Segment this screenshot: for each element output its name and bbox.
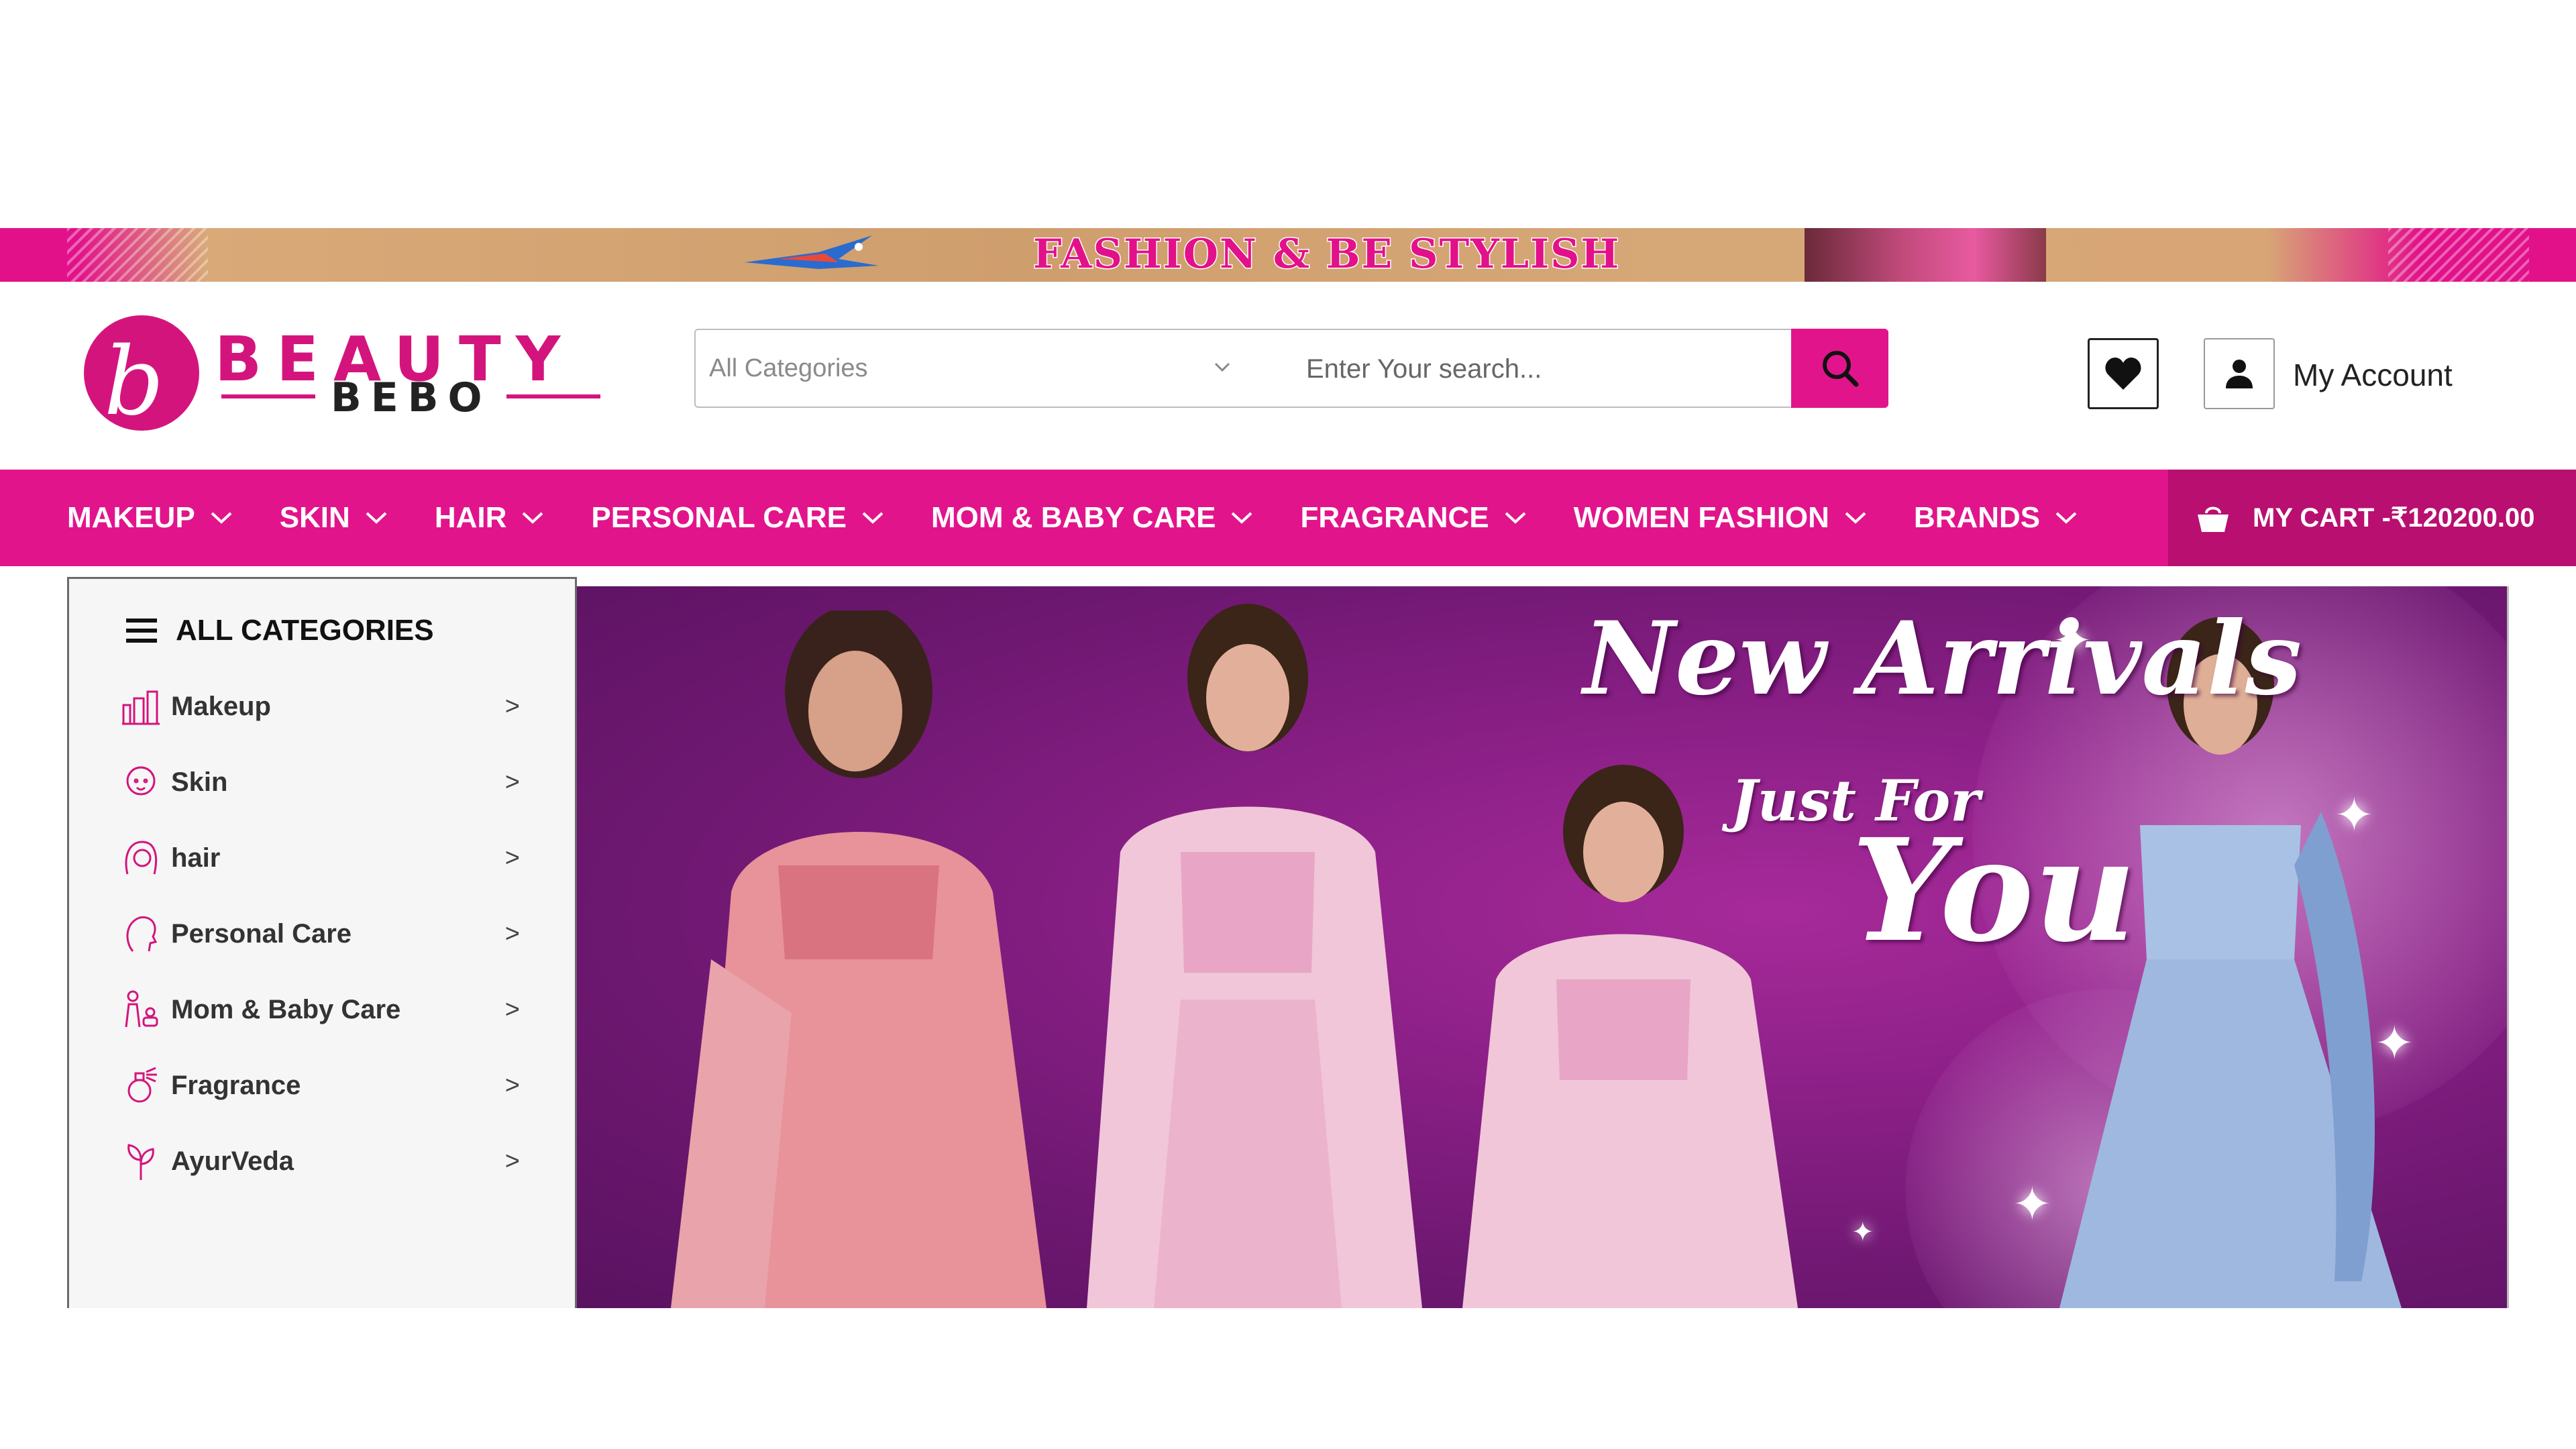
ayurveda-icon xyxy=(117,1138,164,1185)
nav-item-label: PERSONAL CARE xyxy=(591,501,847,534)
search-input[interactable] xyxy=(1306,343,1809,394)
sparkle-icon: ✦ xyxy=(2053,614,2092,667)
nav-item-mom-baby-care[interactable]: MOM & BABY CARE xyxy=(931,501,1254,535)
hero-title: New Arrivals xyxy=(1583,600,2302,718)
skin-icon xyxy=(117,759,164,806)
nav-item-label: FRAGRANCE xyxy=(1300,501,1489,534)
promo-models-image xyxy=(1805,228,2046,282)
promo-stripes-right xyxy=(2388,228,2529,282)
sidebar-item-label: AyurVeda xyxy=(171,1146,294,1176)
logo-brand-bottom: BEBO xyxy=(331,374,492,421)
promo-stripes-left xyxy=(67,228,208,282)
all-categories-title: ALL CATEGORIES xyxy=(176,614,434,647)
nav-item-label: SKIN xyxy=(279,501,350,534)
nav-item-label: HAIR xyxy=(434,501,507,534)
nav-item-women-fashion[interactable]: WOMEN FASHION xyxy=(1574,501,1867,535)
sidebar-item-label: Mom & Baby Care xyxy=(171,994,401,1024)
personal-care-icon xyxy=(117,910,164,957)
search-icon xyxy=(1822,351,1858,387)
cart-total: MY CART -₹120200.00 xyxy=(2253,503,2535,533)
sidebar-item-makeup[interactable]: Makeup > xyxy=(117,673,520,740)
promo-headline: FASHION & BE STYLISH xyxy=(1032,230,1621,279)
sidebar-item-skin[interactable]: Skin > xyxy=(117,749,520,816)
site-logo[interactable]: b BEAUTY BEBO xyxy=(84,309,607,443)
nav-item-label: WOMEN FASHION xyxy=(1573,501,1829,534)
sparkle-icon: ✦ xyxy=(2334,789,2374,841)
my-account-link[interactable]: My Account xyxy=(2293,357,2453,393)
main-nav: MAKEUP SKIN HAIR PERSONAL CARE MOM & BAB… xyxy=(0,470,2576,566)
basket-icon xyxy=(2198,506,2229,532)
nav-item-personal-care[interactable]: PERSONAL CARE xyxy=(591,501,884,535)
chevron-right-icon: > xyxy=(504,692,520,720)
search-bar: All Categories xyxy=(694,329,1888,408)
category-sidebar: ALL CATEGORIES Makeup > Skin > hair > Pe… xyxy=(67,577,577,1308)
sidebar-item-label: hair xyxy=(171,843,221,873)
sidebar-item-personal-care[interactable]: Personal Care > xyxy=(117,900,520,967)
chevron-down-icon xyxy=(862,512,883,524)
sparkle-icon: ✦ xyxy=(2012,1178,2052,1230)
sparkle-icon: ✦ xyxy=(2375,1017,2414,1069)
nav-item-makeup[interactable]: MAKEUP xyxy=(67,501,233,535)
logo-rule-left xyxy=(221,394,315,398)
hero-subtitle-large: You xyxy=(1851,808,2137,973)
chevron-down-icon xyxy=(1505,512,1525,524)
nav-item-label: BRANDS xyxy=(1913,501,2041,534)
chevron-right-icon: > xyxy=(504,1146,520,1175)
account-button[interactable] xyxy=(2204,338,2275,409)
nav-item-hair[interactable]: HAIR xyxy=(435,501,545,535)
chevron-right-icon: > xyxy=(504,919,520,948)
chevron-down-icon xyxy=(211,512,232,524)
sidebar-item-label: Personal Care xyxy=(171,918,352,949)
bird-illustration xyxy=(745,235,879,269)
makeup-icon xyxy=(117,683,164,730)
chevron-right-icon: > xyxy=(504,995,520,1024)
hamburger-menu-icon xyxy=(126,619,157,643)
model-image xyxy=(1087,604,1422,1308)
sidebar-item-mom-baby-care[interactable]: Mom & Baby Care > xyxy=(117,976,520,1043)
logo-mark: b xyxy=(84,315,199,437)
user-icon xyxy=(2226,360,2253,388)
nav-menu: MAKEUP SKIN HAIR PERSONAL CARE MOM & BAB… xyxy=(67,470,2125,566)
chevron-right-icon: > xyxy=(504,843,520,872)
nav-item-fragrance[interactable]: FRAGRANCE xyxy=(1300,501,1526,535)
chevron-down-icon xyxy=(523,512,543,524)
chevron-down-icon xyxy=(2055,512,2077,524)
sidebar-item-label: Skin xyxy=(171,767,228,797)
chevron-down-icon xyxy=(366,512,387,524)
sidebar-item-label: Makeup xyxy=(171,691,271,721)
search-button[interactable] xyxy=(1791,329,1888,408)
logo-rule-right xyxy=(506,394,600,398)
model-image xyxy=(1462,765,1798,1308)
sidebar-item-label: Fragrance xyxy=(171,1070,301,1100)
category-select[interactable]: All Categories xyxy=(709,354,868,383)
chevron-right-icon: > xyxy=(504,1071,520,1099)
all-categories-header[interactable]: ALL CATEGORIES xyxy=(126,614,434,647)
fragrance-icon xyxy=(117,1062,164,1109)
page: FASHION & BE STYLISH b BEAUTY BEBO All C… xyxy=(0,0,2576,1449)
logo-letter: b xyxy=(104,327,164,437)
chevron-right-icon: > xyxy=(504,767,520,796)
mom-baby-icon xyxy=(117,986,164,1033)
nav-item-label: MOM & BABY CARE xyxy=(930,501,1216,534)
header: b BEAUTY BEBO All Categories Enter Your … xyxy=(0,282,2576,470)
nav-item-brands[interactable]: BRANDS xyxy=(1914,501,2078,535)
model-image xyxy=(671,610,1046,1308)
heart-icon xyxy=(2105,358,2141,390)
promo-banner[interactable]: FASHION & BE STYLISH xyxy=(0,228,2576,282)
chevron-down-icon xyxy=(1232,512,1252,524)
chevron-down-icon[interactable] xyxy=(1212,357,1232,377)
sidebar-item-fragrance[interactable]: Fragrance > xyxy=(117,1052,520,1119)
nav-item-label: MAKEUP xyxy=(67,501,195,534)
sidebar-item-ayurveda[interactable]: AyurVeda > xyxy=(117,1128,520,1195)
sidebar-item-hair[interactable]: hair > xyxy=(117,824,520,892)
wishlist-button[interactable] xyxy=(2088,338,2159,409)
nav-item-skin[interactable]: SKIN xyxy=(280,501,388,535)
hero-banner[interactable]: New Arrivals Just For You ✦ ✦ ✦ ✦ ✦ xyxy=(577,586,2509,1308)
sparkle-icon: ✦ xyxy=(1851,1218,1874,1247)
cart-button[interactable]: MY CART -₹120200.00 xyxy=(2168,470,2576,566)
hair-icon xyxy=(117,835,164,881)
chevron-down-icon xyxy=(1845,512,1866,524)
